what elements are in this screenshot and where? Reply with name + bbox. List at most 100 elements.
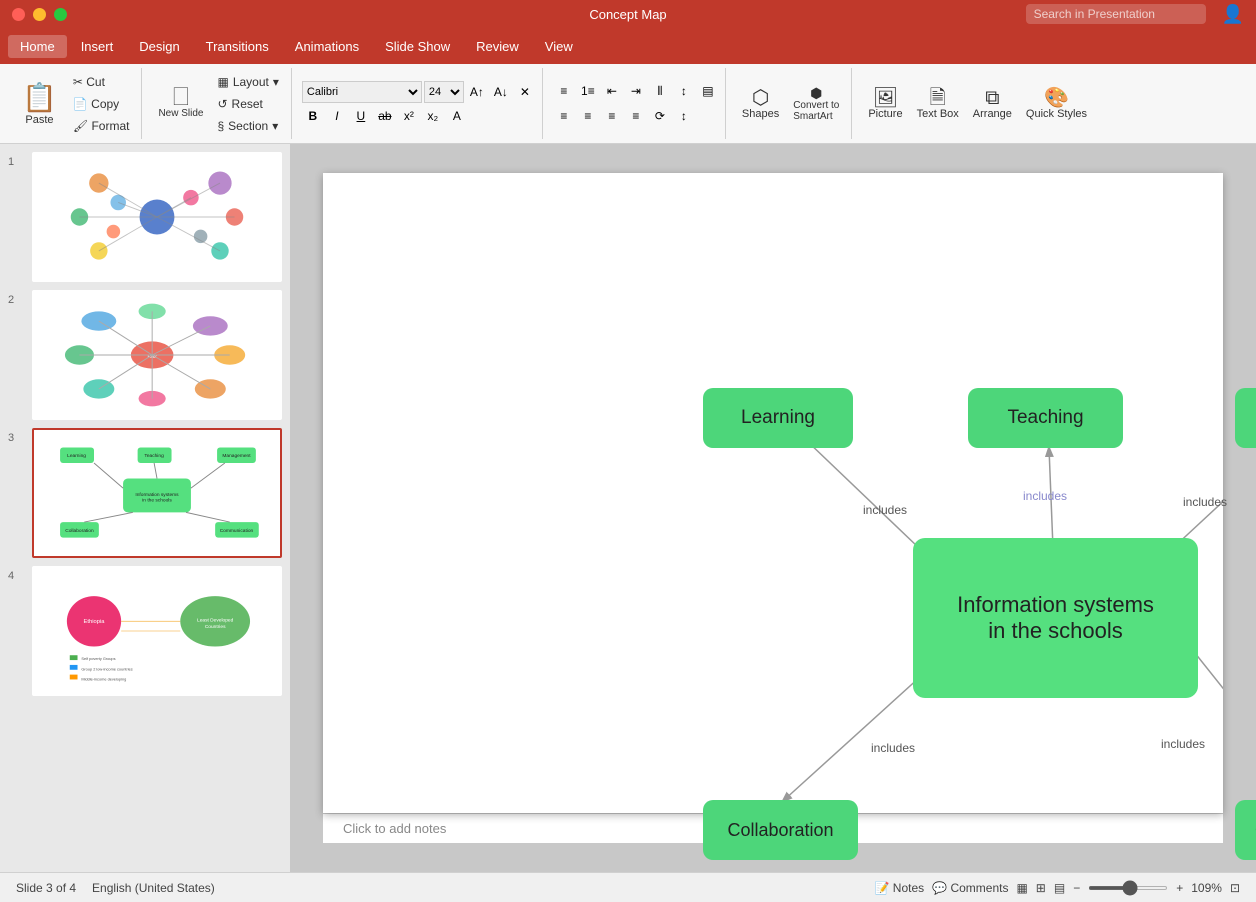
new-slide-button[interactable]: 🗌 New Slide [152, 84, 209, 123]
title-bar-right: 👤 [1026, 4, 1244, 25]
node-learning[interactable]: Learning [703, 388, 853, 448]
svg-text:Collaboration: Collaboration [65, 528, 94, 534]
slide-thumb-1[interactable] [32, 152, 282, 282]
slide-number-2: 2 [8, 290, 24, 306]
maximize-button[interactable] [54, 8, 67, 21]
user-icon[interactable]: 👤 [1222, 4, 1244, 25]
bold-button[interactable]: B [302, 105, 324, 127]
font-color-button[interactable]: A [446, 105, 468, 127]
align-left-button[interactable]: ≡ [553, 105, 575, 127]
numbering-button[interactable]: 1≡ [577, 80, 599, 102]
menu-slideshow[interactable]: Slide Show [373, 35, 462, 58]
svg-text:in the schools: in the schools [142, 498, 172, 504]
section-button[interactable]: § Section ▾ [211, 116, 284, 136]
align-center-button[interactable]: ≡ [577, 105, 599, 127]
node-collaboration[interactable]: Collaboration [703, 800, 858, 860]
menu-design[interactable]: Design [127, 35, 191, 58]
zoom-plus-button[interactable]: + [1176, 881, 1183, 895]
font-size-select[interactable]: 24 [424, 81, 464, 103]
decrease-indent-button[interactable]: ⇤ [601, 80, 623, 102]
copy-button[interactable]: 📄 Copy [67, 94, 136, 114]
picture-button[interactable]: 🖼 Picture [862, 84, 908, 124]
shapes-label: Shapes [742, 108, 779, 120]
slide3-thumbnail: Information systems in the schools Learn… [34, 430, 280, 556]
edge-label-collaboration: includes [871, 741, 915, 755]
convert-smartart-button[interactable]: ⬢ Convert toSmartArt [787, 82, 845, 126]
slide-item-4[interactable]: 4 Ethiopia Least Developed Countries [8, 566, 282, 696]
svg-text:Teaching: Teaching [144, 453, 164, 459]
decrease-font-button[interactable]: A↓ [490, 81, 512, 103]
clear-format-button[interactable]: ✕ [514, 81, 536, 103]
subscript-button[interactable]: x₂ [422, 105, 444, 127]
svg-text:Management: Management [222, 453, 251, 459]
menu-home[interactable]: Home [8, 35, 67, 58]
notes-placeholder: Click to add notes [343, 821, 446, 836]
shapes-button[interactable]: ⬡ Shapes [736, 84, 785, 124]
quick-styles-label: Quick Styles [1026, 108, 1087, 120]
quick-styles-button[interactable]: 🎨 Quick Styles [1020, 84, 1093, 124]
minimize-button[interactable] [33, 8, 46, 21]
smartart-convert-button[interactable]: ▤ [697, 80, 719, 102]
fit-slide-button[interactable]: ⊡ [1230, 881, 1240, 895]
normal-view-button[interactable]: ▦ [1016, 881, 1027, 895]
paste-button[interactable]: 📋 Paste [14, 77, 65, 130]
comments-toggle[interactable]: 💬 Comments [932, 881, 1008, 895]
arrange-icon: ⧉ [985, 88, 999, 108]
slide-canvas[interactable]: Information systems in the schools Learn… [323, 173, 1223, 813]
reading-view-button[interactable]: ▤ [1054, 881, 1065, 895]
search-input[interactable] [1026, 4, 1206, 24]
increase-font-button[interactable]: A↑ [466, 81, 488, 103]
picture-label: Picture [868, 108, 902, 120]
text-direction-button[interactable]: ⟳ [649, 105, 671, 127]
text-box-button[interactable]: 🗎 Text Box [911, 84, 965, 124]
collaboration-label: Collaboration [727, 820, 833, 841]
slide-item-2[interactable]: 2 Risk [8, 290, 282, 420]
align-justify-button[interactable]: ≡ [625, 105, 647, 127]
font-select[interactable]: Calibri [302, 81, 422, 103]
menu-view[interactable]: View [533, 35, 585, 58]
text-box-label: Text Box [917, 108, 959, 120]
new-slide-label: New Slide [158, 108, 203, 119]
line-spacing-button[interactable]: ↕ [673, 80, 695, 102]
clipboard-group: 📋 Paste ✂ Cut 📄 Copy 🖌 Format [8, 68, 142, 139]
superscript-button[interactable]: x² [398, 105, 420, 127]
slide-sorter-button[interactable]: ⊞ [1036, 881, 1046, 895]
align-right-button[interactable]: ≡ [601, 105, 623, 127]
increase-indent-button[interactable]: ⇥ [625, 80, 647, 102]
layout-button[interactable]: ▦ Layout ▾ [211, 72, 284, 92]
slide-thumb-2[interactable]: Risk [32, 290, 282, 420]
edge-label-management: includes [1183, 495, 1227, 509]
node-communication[interactable]: Communication [1235, 800, 1256, 860]
slide-thumb-4[interactable]: Ethiopia Least Developed Countries Self … [32, 566, 282, 696]
slide-item-1[interactable]: 1 [8, 152, 282, 282]
svg-text:Ethiopia: Ethiopia [84, 619, 106, 625]
notes-toggle[interactable]: 📝 Notes [875, 881, 925, 895]
close-button[interactable] [12, 8, 25, 21]
slide-item-3[interactable]: 3 Information systems in the schools Lea… [8, 428, 282, 558]
node-management[interactable]: Management [1235, 388, 1256, 448]
menu-insert[interactable]: Insert [69, 35, 126, 58]
cut-button[interactable]: ✂ Cut [67, 72, 136, 92]
shapes-icon: ⬡ [752, 88, 769, 108]
align-text-button[interactable]: ↕ [673, 105, 695, 127]
node-center[interactable]: Information systems in the schools [913, 538, 1198, 698]
node-teaching[interactable]: Teaching [968, 388, 1123, 448]
arrange-button[interactable]: ⧉ Arrange [967, 84, 1018, 124]
menu-review[interactable]: Review [464, 35, 531, 58]
zoom-minus-button[interactable]: − [1073, 881, 1080, 895]
strikethrough-button[interactable]: ab [374, 105, 396, 127]
columns-button[interactable]: ⫴ [649, 80, 671, 102]
reset-button[interactable]: ↺ Reset [211, 94, 284, 114]
format-painter-button[interactable]: 🖌 Format [67, 116, 136, 136]
underline-button[interactable]: U [350, 105, 372, 127]
status-right: 📝 Notes 💬 Comments ▦ ⊞ ▤ − + 109% ⊡ [875, 881, 1240, 895]
window-controls[interactable] [12, 8, 67, 21]
menu-animations[interactable]: Animations [283, 35, 371, 58]
slide-thumb-3[interactable]: Information systems in the schools Learn… [32, 428, 282, 558]
edge-label-learning: includes [863, 503, 907, 517]
bullets-button[interactable]: ≡ [553, 80, 575, 102]
italic-button[interactable]: I [326, 105, 348, 127]
zoom-slider[interactable] [1088, 886, 1168, 890]
drawing-group: ⬡ Shapes ⬢ Convert toSmartArt [730, 68, 852, 139]
menu-transitions[interactable]: Transitions [194, 35, 281, 58]
